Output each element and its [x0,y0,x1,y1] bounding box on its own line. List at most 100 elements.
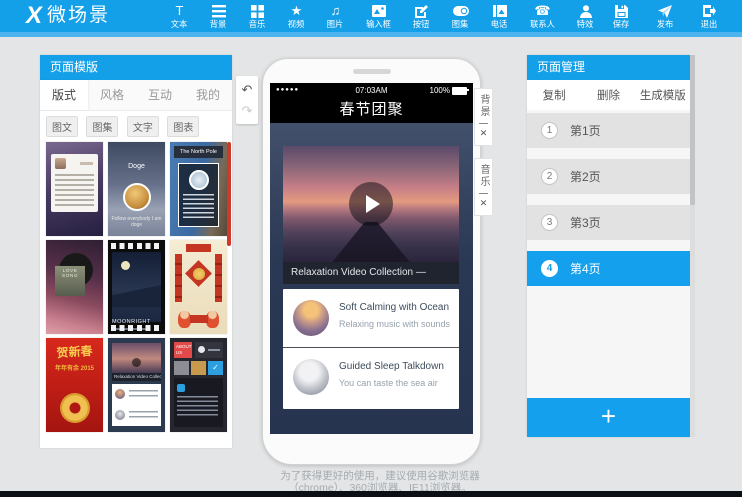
tab-layout[interactable]: 版式 [40,80,88,110]
framed-image-icon [493,3,507,19]
video-block[interactable]: Relaxation Video Collection — [283,146,459,284]
filter-chart[interactable]: 图表 [167,116,199,137]
list-item[interactable]: Guided Sleep Talkdown You can taste the … [283,348,459,406]
page-manager-menu: 复制 删除 生成模版 [527,80,690,110]
music-note-icon: ♫ [331,3,341,19]
tool-input-box[interactable]: 输入框 [355,0,402,32]
tool-image[interactable]: ♫ 图片 [316,0,355,32]
page-item-4[interactable]: 4 第4页 [527,251,690,286]
grid-icon [251,3,264,19]
delete-button[interactable]: 删除 [581,87,635,103]
redo-icon[interactable]: ↷ [242,104,253,117]
template-doge[interactable]: Doge Follow everybody I am doge [108,142,165,236]
close-icon[interactable]: ✕ [480,128,488,138]
list-item-thumb [293,359,329,395]
filter-text[interactable]: 文字 [127,116,159,137]
template-love-song[interactable]: LOVE SONG [46,240,103,334]
music-layer-tab[interactable]: 音乐 ✕ [474,158,493,216]
make-template-button[interactable]: 生成模版 [636,87,690,103]
filter-image-text[interactable]: 图文 [46,116,78,137]
template-spring-couplets[interactable] [170,240,227,334]
app-title: 微场景 [47,1,110,31]
handset-icon: ☎ [534,3,550,19]
tool-video[interactable]: ★ 视频 [277,0,316,32]
page-canvas[interactable]: Relaxation Video Collection — Soft Calmi… [270,123,473,434]
file-actions: 保存 发布 退出 [604,0,726,32]
exit-button[interactable]: 退出 [692,0,726,32]
phone-preview: ●●●●● 07:03AM 100% 春节团聚 Relaxation Video… [262,58,481,465]
list-item[interactable]: Soft Calming with Ocean Relaxing music w… [283,289,459,347]
status-bar: ●●●●● 07:03AM 100% [270,83,473,98]
page-number-badge: 2 [541,168,558,185]
tab-interactive[interactable]: 互动 [136,80,184,110]
tool-background[interactable]: 背景 [199,0,238,32]
avatar [55,158,66,169]
page-manager-scrollbar[interactable] [690,55,695,437]
copy-button[interactable]: 复制 [527,87,581,103]
text-icon: T [176,3,184,19]
page-number-badge: 1 [541,122,558,139]
close-icon[interactable]: ✕ [480,198,488,208]
tool-effects[interactable]: 特效 [566,0,605,32]
minimize-icon[interactable] [479,193,488,194]
template-moonlight[interactable]: MOONRIGHT [108,240,165,334]
page-item-3[interactable]: 3 第3页 [527,205,690,240]
template-relaxation-video[interactable]: Relaxation Video Collection [108,338,165,432]
film-sprockets [111,325,162,331]
toolbar-accent-strip [0,32,742,37]
play-button[interactable] [349,182,393,226]
phone-icon [198,346,205,353]
tab-style[interactable]: 风格 [88,80,136,110]
video-thumbnail [283,146,459,262]
tab-mine[interactable]: 我的 [184,80,232,110]
insert-tools: T 文本 背景 音乐 ★ 视频 ♫ 图片 输入框 [160,0,605,32]
template-panel: 页面模版 版式 风格 互动 我的 图文 图集 文字 图表 Doge Follow… [40,55,232,448]
add-page-button[interactable]: + [527,398,690,437]
undo-icon[interactable]: ↶ [242,83,253,96]
template-north-pole[interactable]: The North Pole [170,142,227,236]
publish-button[interactable]: 发布 [648,0,682,32]
tool-music[interactable]: 音乐 [238,0,277,32]
page-item-1[interactable]: 1 第1页 [527,113,690,148]
template-panel-title: 页面模版 [40,55,232,80]
template-new-year-2015[interactable]: 贺新春 年年有余 2015 [46,338,103,432]
list-item-thumb [293,300,329,336]
template-scrollbar[interactable] [227,142,231,246]
toggle-icon [453,3,469,19]
check-tile: ✓ [208,361,223,375]
page-item-2[interactable]: 2 第2页 [527,159,690,194]
template-tabs: 版式 风格 互动 我的 [40,80,232,111]
page-list: 1 第1页 2 第2页 3 第3页 4 第4页 [527,113,690,297]
paper-plane-icon [658,3,672,19]
page-title[interactable]: 春节团聚 [270,98,473,123]
filter-gallery[interactable]: 图集 [86,116,118,137]
page-number-badge: 3 [541,214,558,231]
template-filters: 图文 图集 文字 图表 [40,111,232,144]
save-button[interactable]: 保存 [604,0,638,32]
template-photo-card[interactable] [46,142,103,236]
edit-pencil-icon [415,3,428,19]
tool-gallery[interactable]: 图集 [441,0,480,32]
play-icon [132,358,141,367]
tool-button[interactable]: 按钮 [402,0,441,32]
tool-phone[interactable]: 电话 [480,0,519,32]
page-manager-title: 页面管理 [527,55,690,80]
person-icon [580,3,592,19]
star-icon: ★ [291,3,303,19]
template-grid: Doge Follow everybody I am doge The Nort… [40,142,232,448]
picture-frame-icon [372,3,386,19]
minimize-icon[interactable] [479,123,488,124]
template-about-tiles[interactable]: ABOUT US ✓ [170,338,227,432]
battery-icon [452,87,467,95]
tool-contacts[interactable]: ☎ 联系人 [519,0,566,32]
history-controls: ↶ ↷ [236,76,258,124]
tool-text[interactable]: T 文本 [160,0,199,32]
phone-screen: ●●●●● 07:03AM 100% 春节团聚 Relaxation Video… [270,83,473,434]
video-caption: Relaxation Video Collection — [283,262,459,284]
battery-percent: 100% [430,86,450,95]
chat-tile [191,361,206,375]
background-layer-tab[interactable]: 背景 ✕ [474,88,493,146]
page-number-badge: 4 [541,260,558,277]
playlist-card: Soft Calming with Ocean Relaxing music w… [283,289,459,409]
logo-x-icon: X [23,1,44,31]
